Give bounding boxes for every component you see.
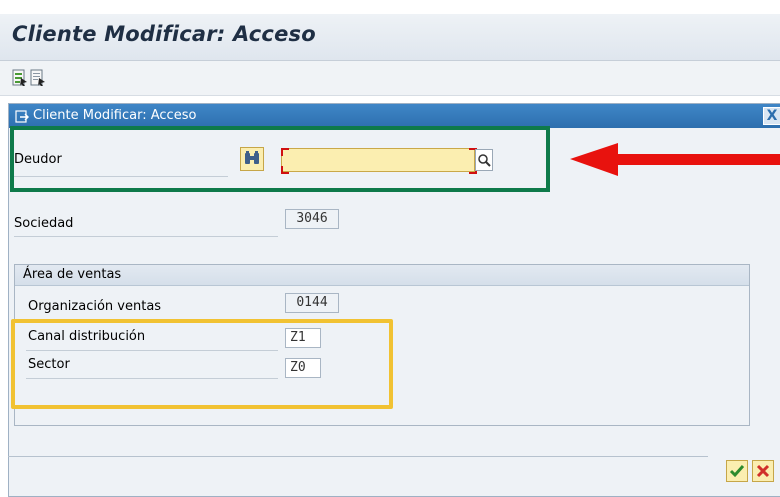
sales-area-group-header: Área de ventas — [15, 265, 749, 286]
window-title: Cliente Modificar: Acceso — [12, 22, 316, 46]
dialog-footer-separator — [8, 456, 708, 457]
dialog-title: Cliente Modificar: Acceso — [33, 108, 197, 123]
sociedad-label-underline — [14, 236, 278, 237]
yellow-highlight-box — [11, 319, 393, 409]
cancel-button[interactable] — [752, 460, 774, 482]
window-titlebar: Cliente Modificar: Acceso — [0, 14, 780, 61]
red-arrow-icon — [570, 140, 780, 184]
execute-icon[interactable] — [30, 69, 46, 87]
confirm-button[interactable] — [726, 460, 748, 482]
save-variant-icon[interactable] — [12, 69, 28, 87]
sociedad-field: 3046 — [285, 209, 339, 229]
application-toolbar — [0, 61, 780, 96]
sociedad-label: Sociedad — [14, 216, 74, 231]
green-highlight-box — [10, 126, 550, 192]
sales-area-group-title: Área de ventas — [23, 267, 122, 282]
org-ventas-label: Organización ventas — [28, 299, 162, 314]
org-ventas-field: 0144 — [285, 293, 339, 313]
cropped-top-text — [0, 0, 780, 9]
dialog-close-button[interactable]: X — [763, 107, 780, 125]
dialog-titlebar: Cliente Modificar: Acceso X — [9, 104, 780, 128]
